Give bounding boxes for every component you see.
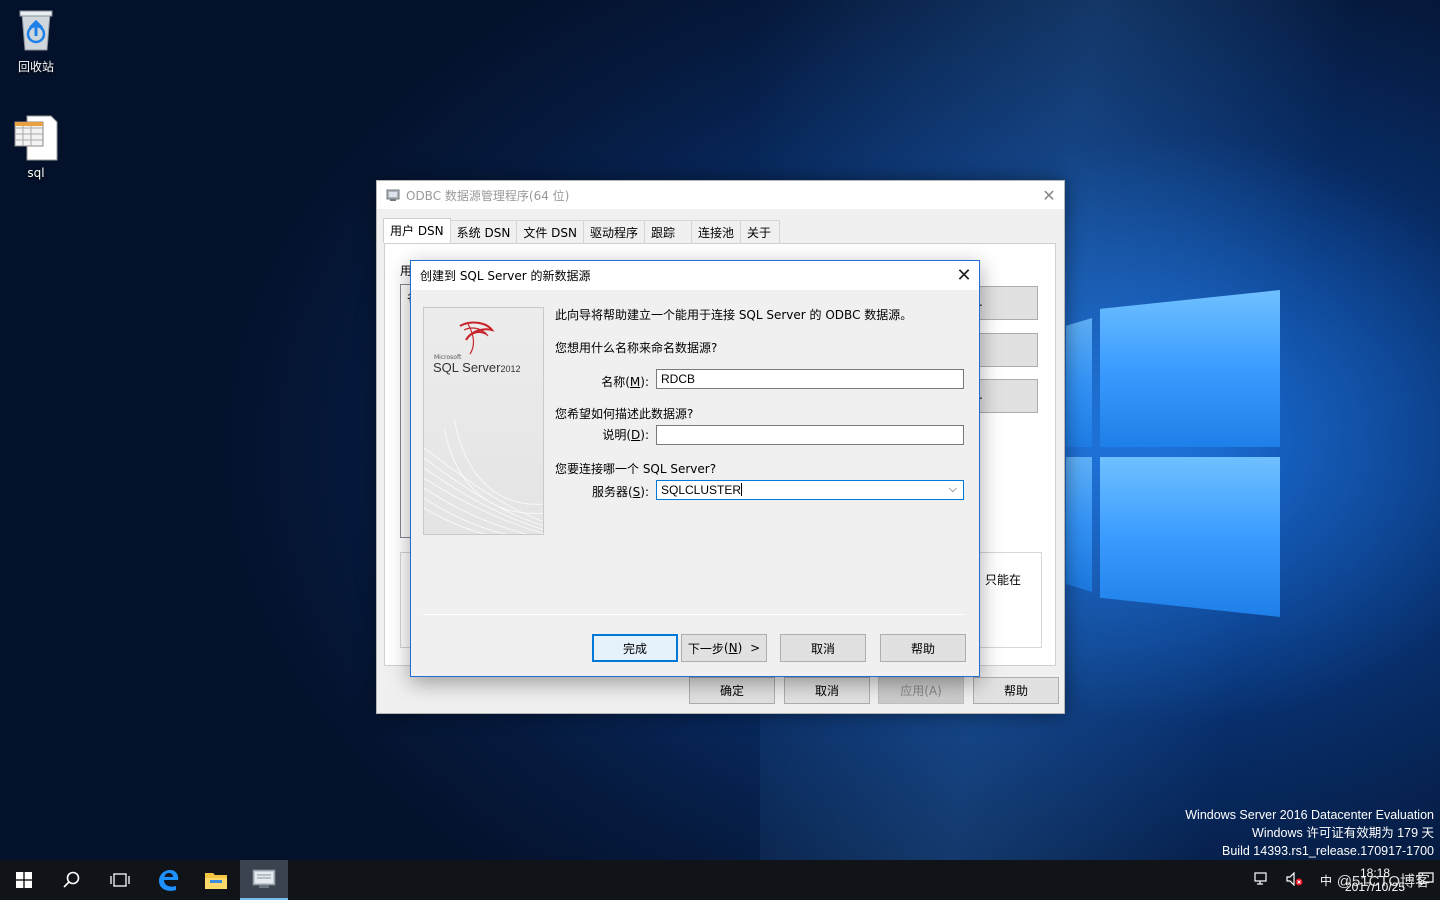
tab-file-dsn[interactable]: 文件 DSN (516, 220, 584, 243)
tab-about[interactable]: 关于 (740, 220, 780, 243)
description-label: 说明(D): (602, 428, 649, 442)
description-input[interactable] (656, 425, 964, 445)
windows-logo-pane (1100, 457, 1280, 617)
desktop-icon-recycle-bin[interactable]: 回收站 (0, 6, 72, 75)
windows-logo-pane (1066, 457, 1092, 592)
question-description: 您希望如何描述此数据源? (555, 407, 694, 421)
ok-button[interactable]: 确定 (689, 677, 775, 704)
odbc-titlebar[interactable]: ODBC 数据源管理程序(64 位) ✕ (377, 181, 1064, 209)
cancel-button[interactable]: 取消 (784, 677, 870, 704)
sql-file-icon (14, 115, 58, 161)
server-input-value: SQLCLUSTER (661, 483, 742, 497)
recycle-bin-icon (19, 10, 53, 51)
question-name: 您想用什么名称来命名数据源? (555, 341, 718, 355)
volume-muted-icon[interactable] (1278, 871, 1312, 889)
taskbar: 中 18:18 2017/10/25 @51CTO博客 (0, 860, 1440, 900)
name-access-key: M (629, 375, 641, 389)
finish-button[interactable]: 完成 (592, 634, 678, 662)
task-view-button[interactable] (96, 860, 144, 900)
server-access-key: S (632, 485, 641, 499)
search-icon (63, 871, 80, 888)
close-icon[interactable]: ✕ (1034, 186, 1064, 205)
dsn-info-text: 只能在 (984, 573, 1021, 587)
name-input[interactable]: RDCB (656, 369, 964, 389)
watermark-line: Windows Server 2016 Datacenter Evaluatio… (1185, 808, 1434, 822)
watermark-line: Build 14393.rs1_release.170917-1700 (1222, 844, 1434, 858)
wizard-title: 创建到 SQL Server 的新数据源 (420, 269, 591, 283)
odbc-tab-strip: 用户 DSN 系统 DSN 文件 DSN 驱动程序 跟踪 连接池 关于 (383, 218, 780, 243)
windows-eval-watermark: Windows Server 2016 Datacenter Evaluatio… (1185, 806, 1434, 860)
banner-wave-decoration (424, 417, 543, 534)
windows-logo-pane (1100, 290, 1280, 447)
configure-dsn-button[interactable]: . (976, 379, 1038, 413)
tab-drivers[interactable]: 驱动程序 (582, 220, 645, 243)
file-explorer-button[interactable] (192, 860, 240, 900)
next-button[interactable]: 下一步(N) > (681, 634, 767, 662)
cancel-button[interactable]: 取消 (780, 634, 866, 662)
edge-button[interactable] (144, 860, 192, 900)
network-icon[interactable] (1246, 871, 1278, 889)
windows-logo-pane (1066, 318, 1092, 447)
tab-system-dsn[interactable]: 系统 DSN (449, 220, 518, 243)
add-dsn-button[interactable]: . (976, 286, 1038, 320)
desktop-icon-label: sql (27, 166, 45, 180)
desktop-icon-label: 回收站 (17, 60, 54, 74)
site-watermark: @51CTO博客 (1336, 873, 1430, 890)
server-label: 服务器(S): (591, 485, 649, 499)
task-view-icon (110, 873, 130, 887)
odbc-app-icon (252, 869, 276, 888)
help-button[interactable]: 帮助 (973, 677, 1059, 704)
odbc-taskbar-button[interactable] (240, 860, 288, 900)
dialog-separator (423, 614, 965, 615)
next-button-label: 下一步 (687, 641, 724, 656)
wizard-intro: 此向导将帮助建立一个能用于连接 SQL Server 的 ODBC 数据源。 (555, 308, 913, 322)
watermark-line: Windows 许可证有效期为 179 天 (1252, 826, 1434, 840)
file-explorer-icon (205, 873, 227, 889)
tab-connection-pooling[interactable]: 连接池 (690, 220, 741, 243)
description-label-text: 说明 (602, 428, 627, 442)
question-server: 您要连接哪一个 SQL Server? (555, 462, 717, 476)
name-label-text: 名称 (601, 375, 626, 389)
next-access-key: N (728, 641, 738, 655)
remove-dsn-button[interactable] (976, 333, 1038, 367)
edge-icon (159, 870, 179, 891)
tab-tracing[interactable]: 跟踪 (643, 220, 692, 243)
wizard-titlebar[interactable]: 创建到 SQL Server 的新数据源 ✕ (411, 261, 979, 290)
new-sql-datasource-dialog: 创建到 SQL Server 的新数据源 ✕ Microsoft SQL Ser… (410, 260, 980, 677)
name-label: 名称(M): (601, 375, 649, 389)
tab-user-dsn[interactable]: 用户 DSN (383, 218, 451, 243)
chevron-down-icon[interactable]: ⌵ (949, 483, 957, 496)
next-arrow: > (750, 641, 761, 655)
odbc-window-title: ODBC 数据源管理程序(64 位) (406, 188, 570, 203)
server-combobox[interactable]: SQLCLUSTER ⌵ (656, 480, 964, 500)
desktop-icon-sql[interactable]: sql (0, 114, 72, 180)
description-access-key: D (631, 428, 641, 442)
close-icon[interactable]: ✕ (949, 265, 979, 286)
search-button[interactable] (48, 860, 96, 900)
text-caret (741, 483, 743, 496)
odbc-app-icon (386, 189, 400, 201)
start-button[interactable] (0, 860, 48, 900)
server-label-text: 服务器 (591, 485, 628, 499)
name-input-value: RDCB (661, 372, 696, 386)
help-button[interactable]: 帮助 (880, 634, 966, 662)
sql-server-banner: Microsoft SQL Server2012 (423, 307, 544, 535)
apply-button[interactable]: 应用(A) (878, 677, 964, 704)
start-icon (16, 872, 32, 888)
